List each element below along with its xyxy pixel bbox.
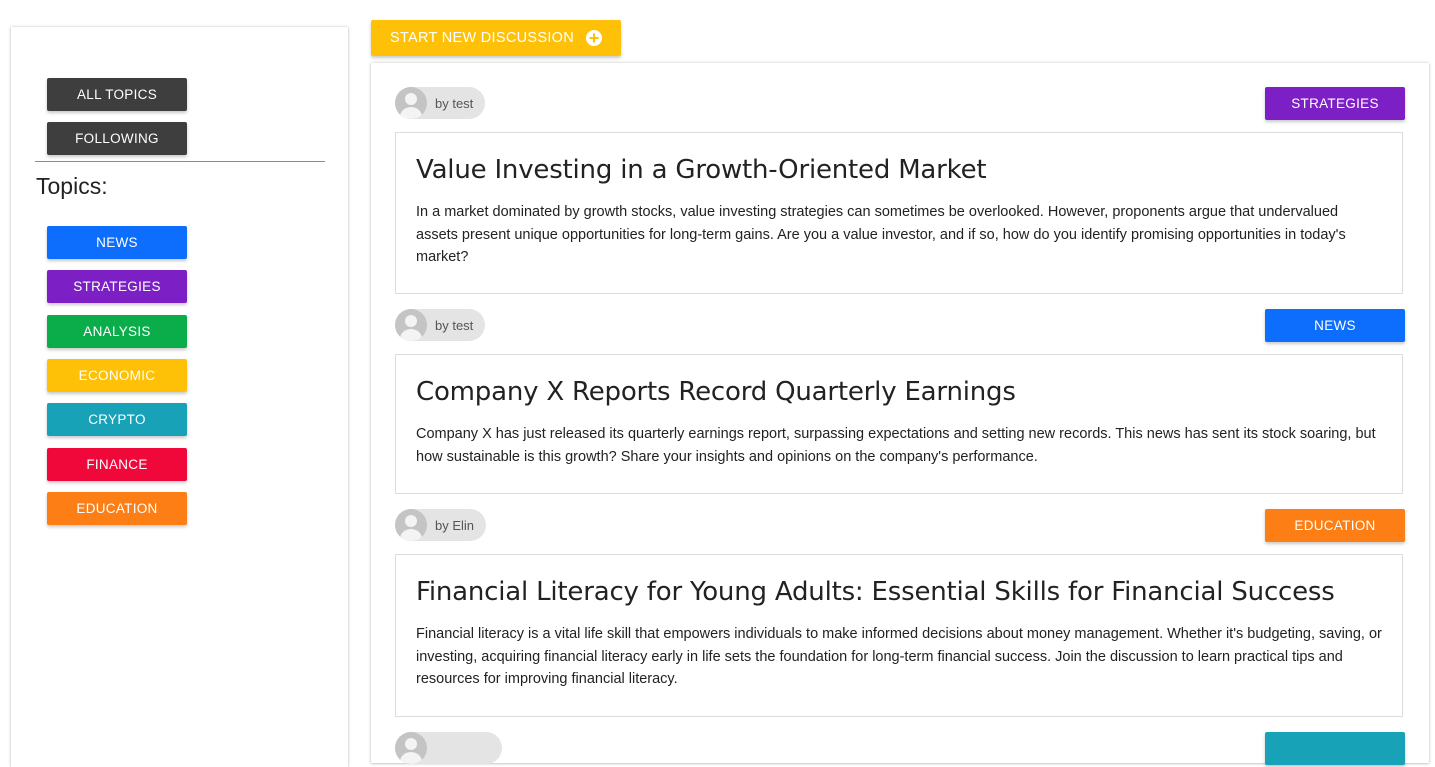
topic-tag-news[interactable]: NEWS: [1265, 309, 1405, 342]
all-topics-button[interactable]: ALL TOPICS: [47, 78, 187, 111]
topic-tag-crypto[interactable]: [1265, 732, 1405, 765]
avatar-icon: [395, 87, 427, 119]
discussion-card[interactable]: Financial Literacy for Young Adults: Ess…: [395, 554, 1403, 717]
sidebar-divider: [35, 161, 325, 162]
discussion-title: Value Investing in a Growth-Oriented Mar…: [416, 155, 987, 185]
start-new-discussion-button[interactable]: START NEW DISCUSSION: [371, 20, 621, 56]
add-circle-icon: [586, 30, 603, 46]
topic-tag-education[interactable]: EDUCATION: [1265, 509, 1405, 542]
topic-crypto-button[interactable]: CRYPTO: [47, 403, 187, 436]
avatar-icon: [395, 509, 427, 541]
topic-strategies-button[interactable]: STRATEGIES: [47, 270, 187, 303]
avatar-icon: [395, 309, 427, 341]
topics-heading: Topics:: [36, 173, 108, 199]
author-chip[interactable]: by test: [395, 309, 486, 341]
author-name: by Elin: [435, 517, 475, 533]
topic-economic-button[interactable]: ECONOMIC: [47, 359, 187, 392]
topic-tag-strategies[interactable]: STRATEGIES: [1265, 87, 1405, 120]
author-chip[interactable]: by Elin: [395, 509, 487, 541]
topic-news-button[interactable]: NEWS: [47, 226, 187, 259]
discussion-card[interactable]: Value Investing in a Growth-Oriented Mar…: [395, 132, 1403, 294]
discussion-card[interactable]: Company X Reports Record Quarterly Earni…: [395, 354, 1403, 494]
following-button[interactable]: FOLLOWING: [47, 122, 187, 155]
discussion-body: Financial literacy is a vital life skill…: [416, 626, 1382, 687]
author-name: by test: [435, 317, 474, 333]
author-chip[interactable]: [395, 732, 502, 764]
start-new-discussion-label: START NEW DISCUSSION: [389, 30, 575, 46]
topics-sidebar: ALL TOPICS FOLLOWING Topics: NEWS STRATE…: [11, 27, 348, 767]
discussion-feed: by test STRATEGIES Value Investing in a …: [371, 63, 1429, 765]
discussion-title: Financial Literacy for Young Adults: Ess…: [416, 577, 1335, 607]
topic-analysis-button[interactable]: ANALYSIS: [47, 315, 187, 348]
discussion-title: Company X Reports Record Quarterly Earni…: [416, 377, 1016, 407]
avatar-icon: [395, 732, 427, 764]
author-name: by test: [435, 95, 474, 111]
topic-education-button[interactable]: EDUCATION: [47, 492, 187, 525]
discussion-body: Company X has just released its quarterl…: [416, 426, 1376, 465]
discussion-body: In a market dominated by growth stocks, …: [416, 204, 1346, 265]
topic-finance-button[interactable]: FINANCE: [47, 448, 187, 481]
author-chip[interactable]: by test: [395, 87, 486, 119]
